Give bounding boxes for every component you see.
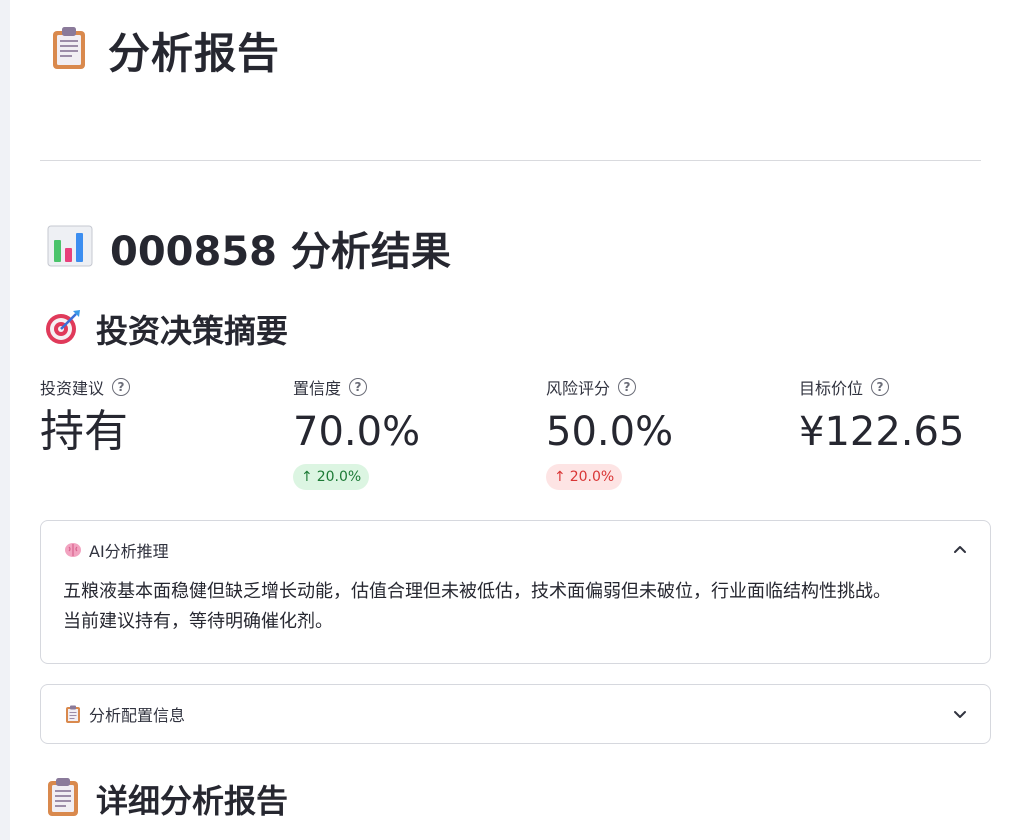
reasoning-expander-header[interactable]: AI分析推理 <box>41 521 990 579</box>
brain-icon <box>63 540 83 560</box>
metric-value: ¥122.65 <box>799 409 965 455</box>
metric-label: 置信度 <box>293 379 342 398</box>
metric-label: 投资建议 <box>40 379 105 398</box>
reasoning-expander: AI分析推理 五粮液基本面稳健但缺乏增长动能，估值合理但未被低估，技术面偏弱但未… <box>40 520 991 664</box>
reasoning-text: 五粮液基本面稳健但缺乏增长动能，估值合理但未被低估，技术面偏弱但未破位，行业面临… <box>63 581 891 632</box>
metric-confidence: 置信度? 70.0% ↑ 20.0% <box>293 376 543 490</box>
page-title-text: 分析报告 <box>108 28 281 78</box>
metric-target-price: 目标价位? ¥122.65 <box>799 376 1020 456</box>
delta-value: 20.0% <box>569 469 615 485</box>
config-expander-header[interactable]: 分析配置信息 <box>41 685 990 743</box>
result-title: 000858 分析结果 <box>46 220 451 276</box>
metric-label: 风险评分 <box>546 379 611 398</box>
metric-value: 50.0% <box>546 409 674 455</box>
config-label: 分析配置信息 <box>89 706 186 725</box>
divider <box>40 160 981 161</box>
reasoning-label: AI分析推理 <box>89 542 169 561</box>
sidebar-edge <box>0 0 10 840</box>
help-icon[interactable]: ? <box>349 378 368 396</box>
metric-delta: ↑ 20.0% <box>293 464 370 490</box>
detail-title: 详细分析报告 <box>44 776 288 822</box>
chevron-up-icon[interactable] <box>952 542 968 558</box>
help-icon[interactable]: ? <box>112 378 131 396</box>
target-icon <box>44 308 82 350</box>
metric-value: 70.0% <box>293 409 421 455</box>
config-expander: 分析配置信息 <box>40 684 991 744</box>
result-title-text: 000858 分析结果 <box>110 229 451 275</box>
metric-risk: 风险评分? 50.0% ↑ 20.0% <box>546 376 796 490</box>
metric-value: 持有 <box>40 406 128 457</box>
metric-recommendation: 投资建议? 持有 <box>40 376 290 456</box>
bar-chart-icon <box>46 222 94 274</box>
metric-label: 目标价位 <box>799 379 864 398</box>
arrow-up-icon: ↑ <box>554 469 566 485</box>
help-icon[interactable]: ? <box>871 378 890 396</box>
delta-value: 20.0% <box>316 469 362 485</box>
metric-delta: ↑ 20.0% <box>546 464 623 490</box>
help-icon[interactable]: ? <box>618 378 637 396</box>
chevron-down-icon[interactable] <box>952 706 968 722</box>
clipboard-icon <box>44 777 82 821</box>
decision-title: 投资决策摘要 <box>44 306 288 352</box>
clipboard-icon <box>63 704 83 724</box>
page-title: 分析报告 <box>46 22 280 78</box>
detail-title-text: 详细分析报告 <box>96 782 289 820</box>
decision-title-text: 投资决策摘要 <box>96 312 289 350</box>
clipboard-icon <box>46 25 92 75</box>
arrow-up-icon: ↑ <box>301 469 313 485</box>
